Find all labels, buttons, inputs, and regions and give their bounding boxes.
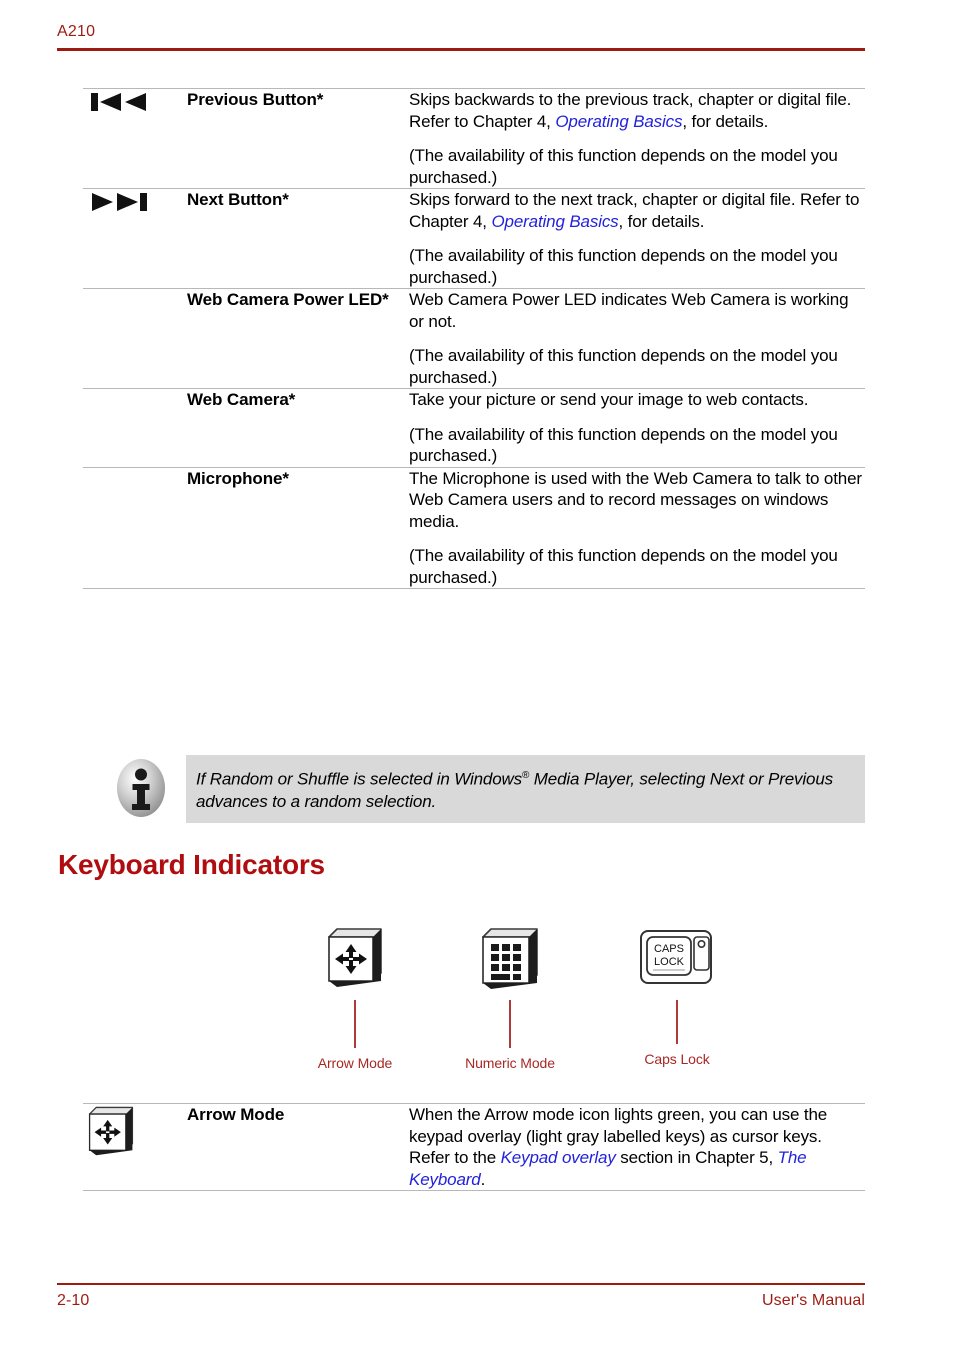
row-description-cell: Web Camera Power LED indicates Web Camer… (409, 288, 865, 389)
body-text: The Microphone is used with the Web Came… (409, 468, 862, 531)
row-description-cell: Skips backwards to the previous track, c… (409, 88, 865, 189)
description-paragraph: (The availability of this function depen… (409, 345, 865, 388)
row-icon-cell (83, 1103, 187, 1191)
page-header: A210 (57, 22, 865, 51)
row-description-cell: When the Arrow mode icon lights green, y… (409, 1103, 865, 1191)
description-paragraph: When the Arrow mode icon lights green, y… (409, 1104, 865, 1190)
manual-label: User's Manual (761, 1292, 865, 1309)
page-number: 2-10 (57, 1292, 90, 1309)
model-label: A210 (57, 23, 96, 40)
body-text: Web Camera Power LED indicates Web Camer… (409, 290, 849, 331)
row-description-cell: The Microphone is used with the Web Came… (409, 466, 865, 589)
row-description-cell: Take your picture or send your image to … (409, 388, 865, 467)
previous-track-icon (89, 89, 187, 115)
row-icon-cell (83, 188, 187, 289)
cross-reference-link[interactable]: Operating Basics (555, 112, 682, 131)
keyboard-indicators-diagram: Arrow Mode Numeric Mode CAPS LOCK Caps L… (280, 925, 752, 1071)
leader-line (676, 1000, 678, 1044)
body-text: (The availability of this function depen… (409, 146, 838, 187)
arrow-mode-key-icon (280, 925, 430, 1000)
body-text: (The availability of this function depen… (409, 546, 838, 587)
features-table: Previous Button* Skips backwards to the p… (83, 88, 865, 589)
body-text: , for details. (682, 111, 769, 131)
row-icon-cell (83, 388, 187, 467)
header-divider (57, 48, 865, 51)
description-paragraph: Take your picture or send your image to … (409, 389, 865, 411)
body-text: . (480, 1169, 486, 1189)
cross-reference-link[interactable]: Keypad overlay (501, 1148, 616, 1167)
row-term-cell: Microphone* (187, 466, 409, 589)
table-row: Arrow Mode When the Arrow mode icon light… (83, 1103, 865, 1191)
arrow-mode-key-icon (83, 1104, 187, 1162)
row-term-cell: Web Camera Power LED* (187, 288, 409, 389)
indicator-arrow-mode: Arrow Mode (280, 925, 430, 1071)
row-term-cell: Web Camera* (187, 388, 409, 467)
row-description-cell: Skips forward to the next track, chapter… (409, 188, 865, 289)
body-text: (The availability of this function depen… (409, 424, 838, 466)
indicator-label: Numeric Mode (465, 1055, 555, 1071)
note-callout: If Random or Shuffle is selected in Wind… (110, 755, 865, 823)
next-track-icon (89, 189, 187, 215)
page-footer: 2-10 User's Manual (57, 1283, 865, 1310)
description-paragraph: (The availability of this function depen… (409, 545, 865, 588)
row-icon-cell (83, 88, 187, 189)
indicator-numeric-mode: Numeric Mode (435, 925, 585, 1071)
arrow-mode-table: Arrow Mode When the Arrow mode icon light… (83, 1103, 865, 1191)
description-paragraph: Skips forward to the next track, chapter… (409, 189, 865, 232)
indicator-caps-lock: CAPS LOCK Caps Lock (602, 925, 752, 1067)
table-row: Web Camera Power LED* Web Camera Power LE… (83, 288, 865, 389)
body-text: , for details. (618, 211, 705, 231)
row-term-cell: Next Button* (187, 188, 409, 289)
leader-line (354, 1000, 356, 1048)
table-row: Microphone* The Microphone is used with t… (83, 466, 865, 589)
description-paragraph: The Microphone is used with the Web Came… (409, 468, 865, 533)
row-term-cell: Previous Button* (187, 88, 409, 189)
caps-label-line1: CAPS (654, 943, 684, 955)
numeric-mode-key-icon (435, 925, 585, 1000)
cross-reference-link[interactable]: Operating Basics (491, 212, 618, 231)
body-text: (The availability of this function depen… (409, 346, 838, 387)
note-text-before: If Random or Shuffle is selected in Wind… (196, 769, 522, 789)
description-paragraph: Web Camera Power LED indicates Web Camer… (409, 289, 865, 332)
table-bottom-rule (83, 588, 865, 589)
table-bottom-rule (83, 1190, 865, 1191)
indicator-label: Arrow Mode (317, 1055, 393, 1071)
table-row: Next Button* Skips forward to the next tr… (83, 188, 865, 289)
info-icon (110, 757, 172, 819)
note-text: If Random or Shuffle is selected in Wind… (186, 755, 865, 823)
indicator-label: Caps Lock (644, 1051, 710, 1067)
description-paragraph: Skips backwards to the previous track, c… (409, 89, 865, 132)
footer-divider (57, 1283, 865, 1285)
description-paragraph: (The availability of this function depen… (409, 245, 865, 288)
table-row: Previous Button* Skips backwards to the p… (83, 88, 865, 189)
row-term-cell: Arrow Mode (187, 1103, 409, 1191)
row-icon-cell (83, 466, 187, 589)
page-title: Keyboard Indicators (58, 849, 325, 880)
description-paragraph: (The availability of this function depen… (409, 145, 865, 188)
leader-line (509, 1000, 511, 1048)
description-paragraph: (The availability of this function depen… (409, 424, 865, 467)
table-row: Web Camera* Take your picture or send you… (83, 388, 865, 467)
body-text: section in Chapter 5, (615, 1148, 778, 1167)
caps-label-line2: LOCK (654, 956, 685, 968)
body-text: (The availability of this function depen… (409, 246, 838, 287)
caps-lock-key-icon: CAPS LOCK (602, 925, 752, 1000)
row-icon-cell (83, 288, 187, 389)
body-text: Take your picture or send your image to … (409, 390, 809, 409)
